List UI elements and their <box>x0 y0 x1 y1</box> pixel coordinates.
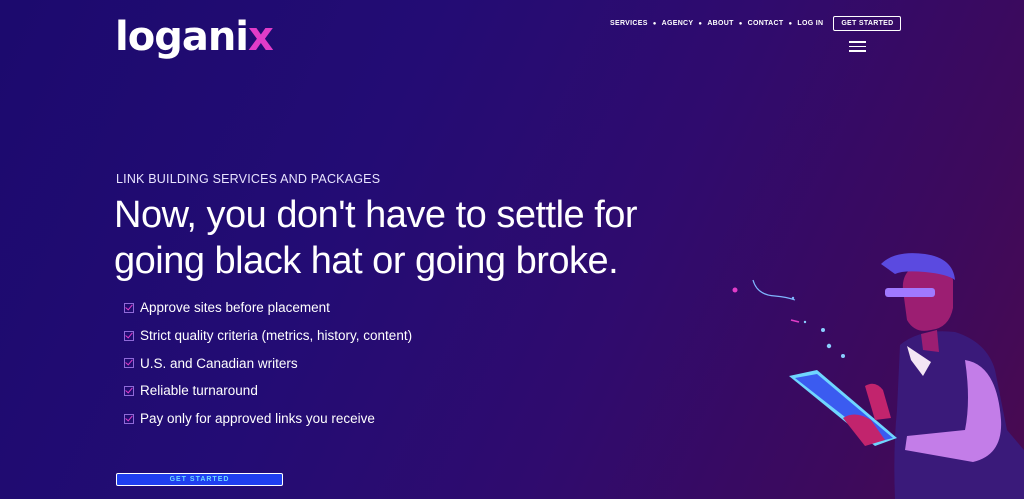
nav-separator: ● <box>738 20 743 27</box>
nav-separator: ● <box>788 20 793 27</box>
benefits-list: Approve sites before placement Strict qu… <box>124 294 412 432</box>
list-item-label: Approve sites before placement <box>140 300 330 316</box>
top-nav: SERVICES ● AGENCY ● ABOUT ● CONTACT ● LO… <box>610 16 902 31</box>
nav-about[interactable]: ABOUT <box>707 20 733 27</box>
checkbox-icon <box>124 413 134 424</box>
list-item: Pay only for approved links you receive <box>124 405 412 433</box>
checkbox-icon <box>124 302 134 313</box>
list-item-label: Reliable turnaround <box>140 383 258 399</box>
loganix-logo[interactable]: loganix <box>115 14 274 60</box>
nav-login[interactable]: LOG IN <box>797 20 823 27</box>
list-item: Approve sites before placement <box>124 294 412 322</box>
list-item: U.S. and Canadian writers <box>124 349 412 377</box>
hero-eyebrow: LINK BUILDING SERVICES AND PACKAGES <box>116 172 381 186</box>
checkbox-icon <box>124 385 134 396</box>
nav-services[interactable]: SERVICES <box>610 20 648 27</box>
nav-contact[interactable]: CONTACT <box>748 20 784 27</box>
get-started-nav-button[interactable]: GET STARTED <box>833 16 902 31</box>
nav-separator: ● <box>652 20 657 27</box>
logo-text: logani <box>115 14 249 60</box>
list-item-label: Strict quality criteria (metrics, histor… <box>140 328 413 344</box>
list-item-label: Pay only for approved links you receive <box>140 411 375 427</box>
checkbox-icon <box>124 330 134 341</box>
logo-accent: x <box>248 14 274 60</box>
nav-separator: ● <box>698 20 703 27</box>
hero-headline: Now, you don't have to settle for going … <box>114 194 638 282</box>
list-item-label: U.S. and Canadian writers <box>140 355 298 371</box>
nav-agency[interactable]: AGENCY <box>662 20 694 27</box>
get-started-hero-button[interactable]: GET STARTED <box>116 473 283 486</box>
list-item: Reliable turnaround <box>124 377 412 405</box>
hamburger-menu-icon[interactable] <box>849 41 866 55</box>
person-with-tablet-illustration <box>732 253 1024 499</box>
checkbox-icon <box>124 358 134 369</box>
list-item: Strict quality criteria (metrics, histor… <box>124 322 412 350</box>
